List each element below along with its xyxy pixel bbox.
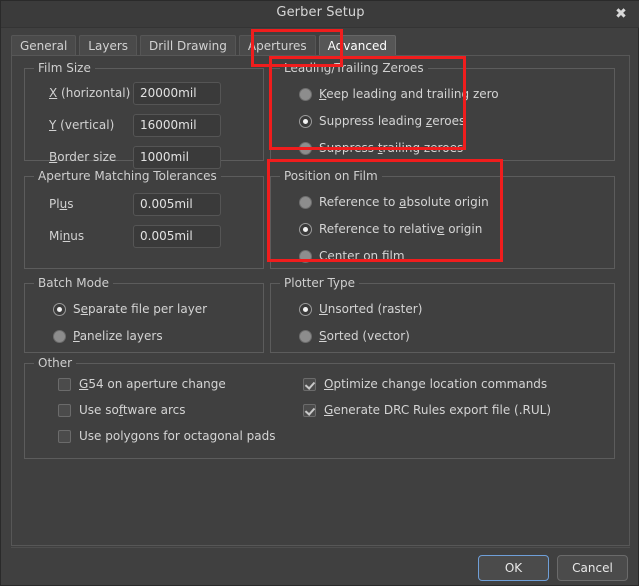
radio-label: Suppress trailing zeroes	[319, 141, 464, 155]
checkbox-indicator	[58, 377, 71, 391]
radio-label: Panelize layers	[73, 329, 163, 343]
tab-strip: General Layers Drill Drawing Apertures A…	[11, 34, 399, 56]
checkbox-label: Optimize change location commands	[324, 377, 548, 391]
film-size-x-label: X (horizontal)	[49, 86, 131, 100]
radio-indicator	[299, 87, 312, 101]
radio-indicator	[299, 222, 312, 236]
tolerance-plus-input[interactable]: 0.005mil	[133, 193, 221, 216]
advanced-tab-panel: Film Size X (horizontal) 20000mil Y (ver…	[11, 55, 630, 546]
radio-panelize-layers[interactable]: Panelize layers	[53, 329, 163, 343]
radio-label: Sorted (vector)	[319, 329, 410, 343]
radio-indicator	[299, 195, 312, 209]
group-position-on-film: Position on Film Reference to absolute o…	[270, 169, 615, 269]
radio-center-on-film[interactable]: Center on film	[299, 249, 405, 263]
radio-separate-file-per-layer[interactable]: Separate file per layer	[53, 302, 207, 316]
tab-drill-drawing[interactable]: Drill Drawing	[140, 35, 236, 56]
checkbox-indicator	[58, 403, 71, 417]
tolerance-plus-label: Plus	[49, 197, 74, 211]
group-film-size: Film Size X (horizontal) 20000mil Y (ver…	[24, 61, 264, 169]
group-other-title: Other	[34, 356, 77, 370]
film-size-y-input[interactable]: 16000mil	[133, 114, 221, 137]
radio-label: Reference to absolute origin	[319, 195, 489, 209]
checkbox-label: G54 on aperture change	[79, 377, 226, 391]
tab-layers[interactable]: Layers	[79, 35, 138, 56]
tolerance-minus-label: Minus	[49, 229, 85, 243]
checkbox-label: Use software arcs	[79, 403, 186, 417]
radio-indicator	[53, 329, 66, 343]
window-title: Gerber Setup	[276, 5, 365, 20]
radio-label: Center on film	[319, 249, 405, 263]
radio-indicator	[299, 302, 312, 316]
checkbox-optimize-change-location-commands[interactable]: Optimize change location commands	[303, 377, 547, 391]
checkbox-generate-drc-rules-export-file[interactable]: Generate DRC Rules export file (.RUL)	[303, 403, 551, 417]
tab-apertures[interactable]: Apertures	[238, 35, 316, 56]
radio-sorted-vector[interactable]: Sorted (vector)	[299, 329, 410, 343]
checkbox-use-polygons-for-octagonal-pads[interactable]: Use polygons for octagonal pads	[58, 429, 275, 443]
radio-suppress-leading-zeroes[interactable]: Suppress leading zeroes	[299, 114, 465, 128]
checkbox-g54-on-aperture-change[interactable]: G54 on aperture change	[58, 377, 226, 391]
group-film-size-title: Film Size	[34, 61, 95, 75]
group-batch-mode: Batch Mode Separate file per layer Panel…	[24, 276, 264, 353]
footer-divider	[11, 547, 630, 548]
radio-reference-to-absolute-origin[interactable]: Reference to absolute origin	[299, 195, 489, 209]
radio-reference-to-relative-origin[interactable]: Reference to relative origin	[299, 222, 482, 236]
group-aperture-matching-tolerances: Aperture Matching Tolerances Plus 0.005m…	[24, 169, 264, 269]
radio-suppress-trailing-zeroes[interactable]: Suppress trailing zeroes	[299, 141, 463, 155]
radio-label: Suppress leading zeroes	[319, 114, 466, 128]
tab-general[interactable]: General	[11, 35, 77, 56]
radio-unsorted-raster[interactable]: Unsorted (raster)	[299, 302, 422, 316]
group-batch-mode-title: Batch Mode	[34, 276, 114, 290]
checkbox-indicator	[58, 429, 71, 443]
tab-advanced[interactable]: Advanced	[318, 35, 396, 56]
radio-indicator	[299, 141, 312, 155]
ok-button[interactable]: OK	[478, 555, 549, 581]
title-bar: Gerber Setup ✖	[1, 1, 639, 28]
group-other: Other G54 on aperture change Use softwar…	[24, 356, 615, 459]
radio-indicator	[53, 302, 66, 316]
group-aperture-tolerances-title: Aperture Matching Tolerances	[34, 169, 221, 183]
film-size-x-input[interactable]: 20000mil	[133, 82, 221, 105]
radio-label: Reference to relative origin	[319, 222, 483, 236]
radio-indicator	[299, 114, 312, 128]
checkbox-indicator	[303, 377, 316, 391]
group-position-on-film-title: Position on Film	[280, 169, 382, 183]
checkbox-indicator	[303, 403, 316, 417]
group-leading-trailing-zeroes-title: Leading/Trailing Zeroes	[280, 61, 428, 75]
cancel-button[interactable]: Cancel	[557, 555, 628, 581]
radio-indicator	[299, 249, 312, 263]
tolerance-minus-input[interactable]: 0.005mil	[133, 225, 221, 248]
film-size-y-label: Y (vertical)	[49, 118, 115, 132]
checkbox-label: Generate DRC Rules export file (.RUL)	[324, 403, 551, 417]
radio-label: Separate file per layer	[73, 302, 208, 316]
radio-label: Keep leading and trailing zero	[319, 87, 499, 101]
radio-keep-leading-and-trailing-zero[interactable]: Keep leading and trailing zero	[299, 87, 499, 101]
checkbox-use-software-arcs[interactable]: Use software arcs	[58, 403, 185, 417]
film-size-border-input[interactable]: 1000mil	[133, 146, 221, 169]
radio-label: Unsorted (raster)	[319, 302, 423, 316]
gerber-setup-dialog: Gerber Setup ✖ General Layers Drill Draw…	[0, 0, 639, 586]
group-leading-trailing-zeroes: Leading/Trailing Zeroes Keep leading and…	[270, 61, 615, 161]
film-size-border-label: Border size	[49, 150, 117, 164]
group-plotter-type: Plotter Type Unsorted (raster) Sorted (v…	[270, 276, 615, 353]
checkbox-label: Use polygons for octagonal pads	[79, 429, 276, 443]
group-plotter-type-title: Plotter Type	[280, 276, 360, 290]
close-icon[interactable]: ✖	[610, 4, 632, 24]
radio-indicator	[299, 329, 312, 343]
